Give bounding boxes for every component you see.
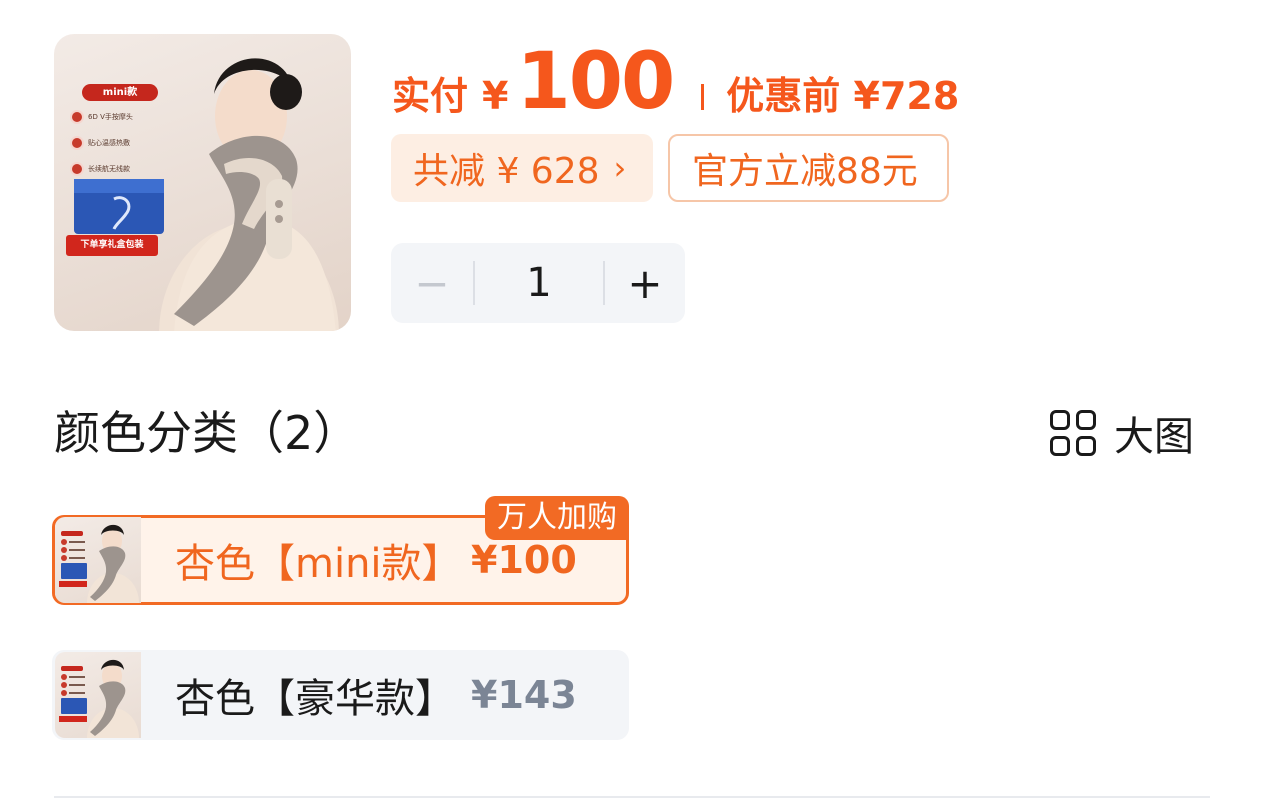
quantity-value[interactable]: 1 [475, 260, 603, 306]
image-tag-title: mini款 [82, 84, 158, 101]
variant-thumbnail-illustration [59, 524, 139, 603]
variant-option-deluxe[interactable]: 杏色【豪华款】 ¥143 [52, 650, 629, 740]
image-feature-3: 长续航无线款 [70, 160, 182, 178]
increment-button[interactable]: + [605, 243, 685, 323]
chevron-right-icon: › [613, 149, 627, 187]
image-feature-text: 6D V手按摩头 [88, 113, 133, 121]
official-discount-text: 官方立减88元 [692, 151, 918, 192]
heart-badge-icon [70, 110, 84, 124]
decrement-button[interactable]: − [391, 243, 473, 323]
official-discount-chip: 官方立减88元 [668, 134, 949, 202]
variant-thumbnail-illustration [59, 659, 139, 738]
heart-badge-icon [70, 162, 84, 176]
large-view-label: 大图 [1114, 414, 1194, 460]
variant-label: 杏色【豪华款】 [175, 676, 455, 722]
section-title: 颜色分类（2） [54, 406, 360, 460]
image-feature-text: 贴心温感热敷 [88, 139, 130, 147]
popular-badge: 万人加购 [485, 496, 629, 540]
grid-icon [1050, 410, 1096, 456]
sku-selector: mini款 6D V手按摩头 贴心温感热敷 长续航无线款 下单享礼盒包装 实付 … [0, 0, 1264, 798]
quantity-stepper: − 1 + [391, 243, 685, 323]
image-gift-label: 下单享礼盒包装 [66, 235, 158, 256]
total-discount-chip[interactable]: 共减 ¥ 628 › [391, 134, 653, 202]
price-summary: 实付 ¥ 100 优惠前 ¥728 [392, 34, 959, 124]
price-divider [701, 84, 705, 110]
image-feature-text: 长续航无线款 [88, 165, 130, 173]
total-discount-text: 共减 ¥ 628 [413, 151, 600, 192]
product-image[interactable]: mini款 6D V手按摩头 贴心温感热敷 长续航无线款 下单享礼盒包装 [54, 34, 351, 331]
pay-label: 实付 [392, 74, 469, 118]
heart-badge-icon [70, 136, 84, 150]
image-feature-2: 贴心温感热敷 [70, 134, 182, 152]
variant-thumbnail [55, 652, 141, 738]
product-illustration [74, 58, 339, 331]
pay-amount: 100 [516, 37, 675, 127]
variant-thumbnail [55, 517, 141, 603]
price-before-discount: 优惠前 ¥728 [726, 74, 960, 118]
variant-option-mini[interactable]: 杏色【mini款】 ¥100 万人加购 [52, 496, 629, 605]
variant-price: ¥100 [471, 538, 577, 582]
image-feature-1: 6D V手按摩头 [70, 108, 182, 126]
variant-price: ¥143 [471, 673, 577, 717]
large-view-toggle[interactable]: 大图 [1050, 405, 1194, 461]
discount-chips: 共减 ¥ 628 › 官方立减88元 [391, 134, 949, 202]
variant-label: 杏色【mini款】 [175, 541, 462, 587]
currency-symbol: ¥ [482, 74, 509, 118]
